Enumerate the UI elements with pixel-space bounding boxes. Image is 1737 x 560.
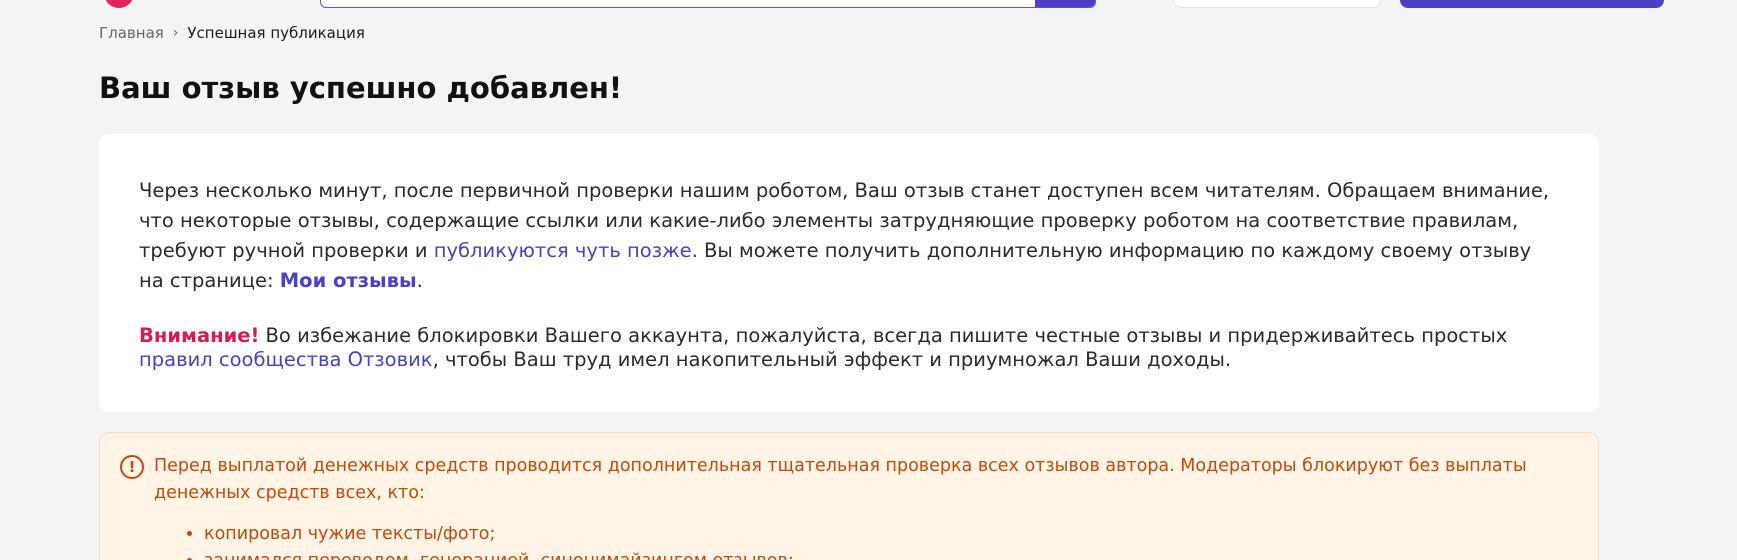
notice-list: копировал чужие тексты/фото; занимался п… (154, 521, 1578, 560)
info-paragraph: Через несколько минут, после первичной п… (139, 176, 1559, 296)
published-later-link[interactable]: публикуются чуть позже (434, 239, 692, 262)
warning-paragraph: Внимание! Во избежание блокировки Вашего… (139, 324, 1559, 372)
breadcrumb-current: Успешная публикация (187, 24, 365, 42)
attention-label: Внимание! (139, 324, 260, 347)
site-logo[interactable] (104, 0, 134, 8)
breadcrumb-separator: › (172, 25, 179, 41)
header-dropdown[interactable] (1173, 0, 1381, 8)
warning-text-2: , чтобы Ваш труд имел накопительный эффе… (432, 348, 1232, 371)
search-bar[interactable] (320, 0, 1096, 8)
add-review-button[interactable] (1400, 0, 1664, 8)
info-text-3: . (416, 269, 423, 292)
page: Главная › Успешная публикация Ваш отзыв … (0, 0, 1737, 560)
moderation-notice: ! Перед выплатой денежных средств провод… (99, 432, 1599, 560)
my-reviews-link[interactable]: Мои отзывы (280, 269, 417, 292)
list-item: занимался переводом, генерацией, синоним… (204, 548, 1578, 560)
breadcrumb-home-link[interactable]: Главная (99, 23, 164, 43)
breadcrumb: Главная › Успешная публикация (99, 23, 365, 43)
warning-text-1: Во избежание блокировки Вашего аккаунта,… (259, 324, 1508, 347)
success-card: Через несколько минут, после первичной п… (99, 134, 1599, 412)
list-item: копировал чужие тексты/фото; (204, 521, 1578, 548)
notice-text: Перед выплатой денежных средств проводит… (154, 456, 1527, 503)
exclamation-circle-icon: ! (120, 455, 144, 479)
search-button[interactable] (1035, 0, 1095, 7)
community-rules-link[interactable]: правил сообщества Отзовик (139, 348, 433, 371)
page-title: Ваш отзыв успешно добавлен! (99, 71, 623, 105)
